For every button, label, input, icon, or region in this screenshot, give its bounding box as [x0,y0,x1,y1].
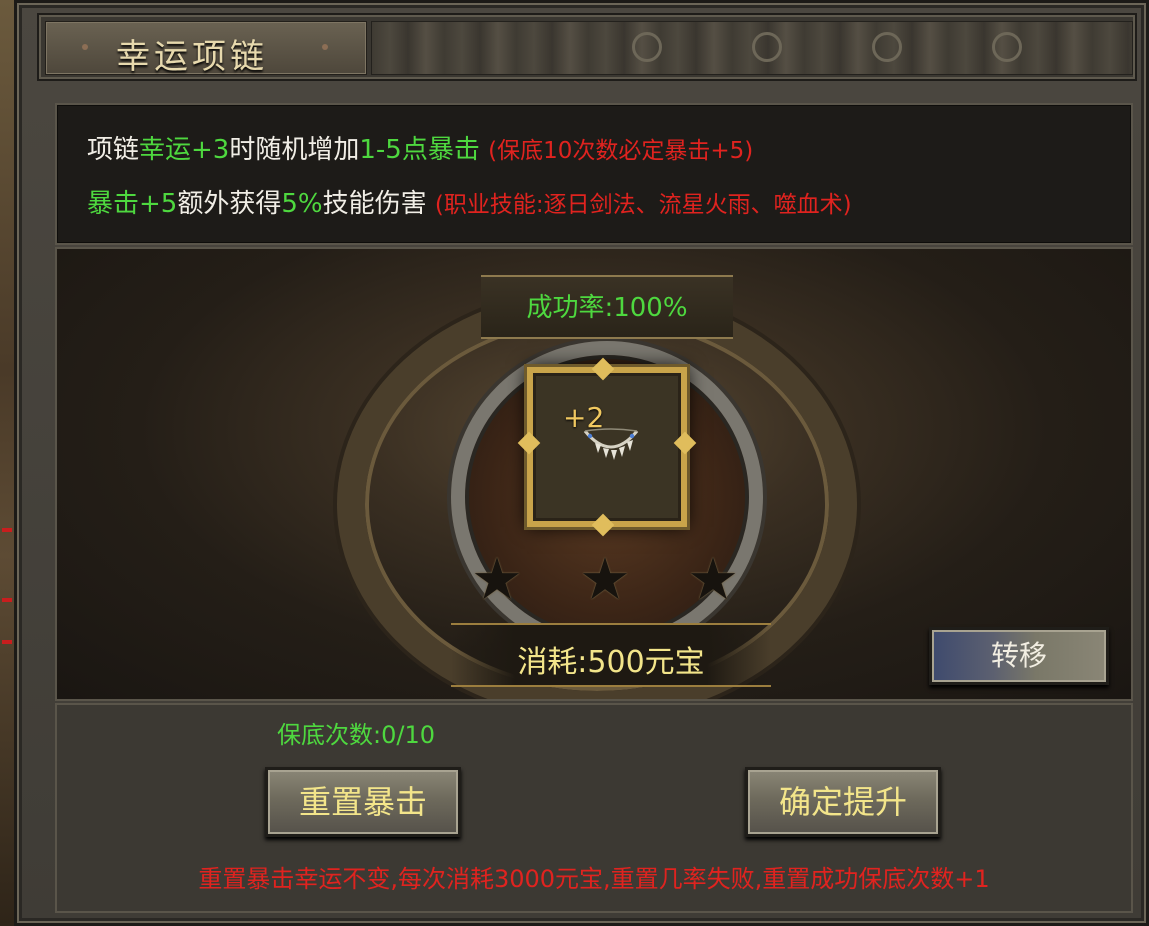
swirl-ornament [632,32,662,62]
desc-note: (职业技能:逐日剑法、流星火雨、噬血术) [434,192,852,218]
desc-text: 项链 [87,135,140,165]
window-title: 幸运项链 [116,37,268,77]
confirm-upgrade-button[interactable]: 确定提升 [745,767,941,837]
desc-highlight: 1-5点暴击 [359,135,480,165]
hp-bar-fragment [2,528,12,532]
necklace-icon [583,428,639,460]
swirl-ornament [992,32,1022,62]
success-rate: 成功率:100% [526,293,688,323]
star-rating: ★ ★ ★ [57,549,1131,609]
desc-text: 时随机增加 [229,135,360,165]
action-area: 保底次数:0/10 重置暴击 确定提升 重置暴击幸运不变,每次消耗3000元宝,… [55,703,1133,913]
reset-crit-button[interactable]: 重置暴击 [265,767,461,837]
ornament-dot [82,44,88,50]
guarantee-counter: 保底次数:0/10 [277,721,435,749]
title-ornament [371,21,1133,75]
description-line-1: 项链幸运+3时随机增加1-5点暴击 (保底10次数必定暴击+5) [87,129,753,166]
desc-text: 技能伤害 [322,189,427,219]
swirl-ornament [752,32,782,62]
desc-highlight: 5% [281,189,323,219]
hp-bar-fragment [2,640,12,644]
star-icon: ★ [579,545,631,613]
desc-highlight: 暴击+5 [87,189,178,219]
swirl-ornament [872,32,902,62]
desc-text: 额外获得 [177,189,282,219]
title-plate: 幸运项链 [45,21,367,77]
cost-plate: 消耗:500元宝 [451,623,771,687]
star-icon: ★ [687,545,739,613]
success-rate-plate: 成功率:100% [481,275,733,339]
star-icon: ★ [471,545,523,613]
title-bar[interactable]: 幸运项链 [37,13,1137,81]
desc-note: (保底10次数必定暴击+5) [488,138,754,164]
description-box: 项链幸运+3时随机增加1-5点暴击 (保底10次数必定暴击+5) 暴击+5额外获… [55,103,1133,245]
ornament-dot [322,44,328,50]
transfer-button[interactable]: 转移 [929,627,1109,685]
desc-highlight: 幸运+3 [139,135,230,165]
description-line-2: 暴击+5额外获得5%技能伤害 (职业技能:逐日剑法、流星火雨、噬血术) [87,183,852,220]
upgrade-altar: 成功率:100% +2 ★ ★ ★ 消耗:500元宝 转移 [55,247,1133,701]
upgrade-cost: 消耗:500元宝 [517,645,705,680]
hp-bar-fragment [2,598,12,602]
item-slot[interactable]: +2 [517,357,697,537]
lucky-necklace-panel: 幸运项链 项链幸运+3时随机增加1-5点暴击 (保底10次数必定暴击+5) 暴击… [14,0,1149,926]
reset-note: 重置暴击幸运不变,每次消耗3000元宝,重置几率失败,重置成功保底次数+1 [198,865,990,893]
